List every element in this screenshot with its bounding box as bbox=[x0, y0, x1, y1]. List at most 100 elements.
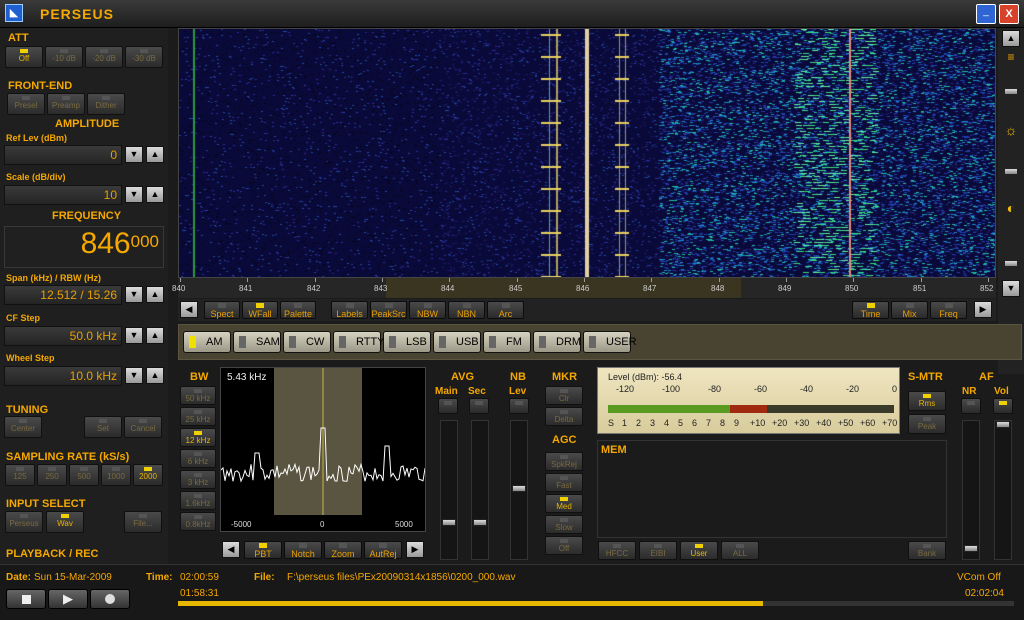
sampling-button-2[interactable]: 500 bbox=[69, 464, 99, 486]
sampling-button-1[interactable]: 250 bbox=[37, 464, 67, 486]
mode-usb-button[interactable]: USB bbox=[433, 331, 481, 353]
tool-time-button[interactable]: Time bbox=[852, 301, 889, 319]
bw-button-5[interactable]: 1.6kHz bbox=[180, 491, 216, 510]
agc-button-1[interactable]: Fast bbox=[545, 473, 583, 492]
vol-slider-track[interactable] bbox=[994, 420, 1012, 560]
frontend-button-2[interactable]: Dither bbox=[87, 93, 125, 115]
tuning-button-1[interactable]: Set bbox=[84, 416, 122, 438]
tool-wfall-button[interactable]: WFall bbox=[242, 301, 278, 319]
avg-sec-slider[interactable] bbox=[473, 519, 487, 526]
tool-peaksrc-button[interactable]: PeakSrc bbox=[370, 301, 407, 319]
ref-level-down-button[interactable]: ▼ bbox=[125, 146, 143, 163]
waterfall-display[interactable] bbox=[178, 28, 996, 278]
frequency-display[interactable]: 846000 bbox=[4, 226, 164, 268]
stop-button[interactable] bbox=[6, 589, 46, 609]
frontend-button-0[interactable]: Presel bbox=[7, 93, 45, 115]
cf-step-down-button[interactable]: ▼ bbox=[125, 327, 143, 344]
scale-field[interactable]: 10 bbox=[4, 185, 122, 205]
ref-level-field[interactable]: 0 bbox=[4, 145, 122, 165]
mode-lsb-button[interactable]: LSB bbox=[383, 331, 431, 353]
cf-step-up-button[interactable]: ▲ bbox=[146, 327, 164, 344]
cf-step-field[interactable]: 50.0 kHz bbox=[4, 326, 122, 346]
bw-button-6[interactable]: 0.8kHz bbox=[180, 512, 216, 531]
avg-sec-button[interactable] bbox=[469, 398, 489, 414]
smtr-button-1[interactable]: Peak bbox=[908, 414, 946, 434]
wheel-step-down-button[interactable]: ▼ bbox=[125, 367, 143, 384]
filter-autrej-button[interactable]: AutRej bbox=[364, 541, 402, 559]
toolbar-left-arrow[interactable]: ◀ bbox=[180, 301, 198, 318]
mode-user-button[interactable]: USER bbox=[583, 331, 637, 353]
ref-level-up-button[interactable]: ▲ bbox=[146, 146, 164, 163]
play-button[interactable]: ▶ bbox=[48, 589, 88, 609]
app-icon[interactable]: ◣ bbox=[5, 4, 23, 22]
mkr-button-0[interactable]: Clr bbox=[545, 386, 583, 405]
mode-rtty-button[interactable]: RTTY bbox=[333, 331, 385, 353]
wheel-step-up-button[interactable]: ▲ bbox=[146, 367, 164, 384]
att-button-0[interactable]: Off bbox=[5, 46, 43, 68]
brightness-slider[interactable] bbox=[1004, 88, 1018, 95]
nr-slider[interactable] bbox=[964, 545, 978, 552]
avg-main-slider[interactable] bbox=[442, 519, 456, 526]
avg-sec-slider-track[interactable] bbox=[471, 420, 489, 560]
sampling-button-4[interactable]: 2000 bbox=[133, 464, 163, 486]
att-button-2[interactable]: -20 dB bbox=[85, 46, 123, 68]
agc-button-0[interactable]: SpkRej bbox=[545, 452, 583, 471]
wf-scroll-up-button[interactable]: ▲ bbox=[1002, 30, 1020, 47]
tool-palette-button[interactable]: Palette bbox=[280, 301, 316, 319]
mem-button-3[interactable]: ALL bbox=[721, 541, 759, 560]
contrast-slider[interactable] bbox=[1004, 168, 1018, 175]
tool-arc-button[interactable]: Arc bbox=[487, 301, 524, 319]
tool-labels-button[interactable]: Labels bbox=[331, 301, 368, 319]
sampling-button-3[interactable]: 1000 bbox=[101, 464, 131, 486]
tool-mix-button[interactable]: Mix bbox=[891, 301, 928, 319]
smtr-button-0[interactable]: Rms bbox=[908, 391, 946, 411]
mem-button-4[interactable]: Bank bbox=[908, 541, 946, 560]
tuning-button-2[interactable]: Cancel bbox=[124, 416, 162, 438]
wheel-step-field[interactable]: 10.0 kHz bbox=[4, 366, 122, 386]
vol-slider[interactable] bbox=[996, 421, 1010, 428]
mode-drm-button[interactable]: DRM bbox=[533, 331, 581, 353]
agc-button-3[interactable]: Slow bbox=[545, 515, 583, 534]
nb-slider[interactable] bbox=[512, 485, 526, 492]
nb-button[interactable] bbox=[509, 398, 529, 414]
tool-freq-button[interactable]: Freq bbox=[930, 301, 967, 319]
playback-progress-track[interactable] bbox=[178, 601, 1014, 606]
mode-sam-button[interactable]: SAM bbox=[233, 331, 281, 353]
nr-slider-track[interactable] bbox=[962, 420, 980, 560]
mode-am-button[interactable]: AM bbox=[183, 331, 231, 353]
nb-slider-track[interactable] bbox=[510, 420, 528, 560]
wf-scroll-down-button[interactable]: ▼ bbox=[1002, 280, 1020, 297]
nr-button[interactable] bbox=[961, 398, 981, 414]
avg-main-slider-track[interactable] bbox=[440, 420, 458, 560]
mkr-button-1[interactable]: Delta bbox=[545, 407, 583, 426]
bw-button-4[interactable]: 3 kHz bbox=[180, 470, 216, 489]
filter-pbt-button[interactable]: PBT bbox=[244, 541, 282, 559]
input-button-1[interactable]: Wav bbox=[46, 511, 84, 533]
avg-main-button[interactable] bbox=[438, 398, 458, 414]
filter-notch-button[interactable]: Notch bbox=[284, 541, 322, 559]
toolbar-right-arrow[interactable]: ▶ bbox=[974, 301, 992, 318]
mode-fm-button[interactable]: FM bbox=[483, 331, 531, 353]
att-button-1[interactable]: -10 dB bbox=[45, 46, 83, 68]
close-button[interactable]: X bbox=[999, 4, 1019, 24]
tuning-button-0[interactable]: Center bbox=[4, 416, 42, 438]
span-down-button[interactable]: ▼ bbox=[125, 286, 143, 303]
mem-button-1[interactable]: EIBI bbox=[639, 541, 677, 560]
record-button[interactable] bbox=[90, 589, 130, 609]
input-button-0[interactable]: Perseus bbox=[5, 511, 43, 533]
filter-zoom-button[interactable]: Zoom bbox=[324, 541, 362, 559]
scale-down-button[interactable]: ▼ bbox=[125, 186, 143, 203]
mem-button-2[interactable]: User bbox=[680, 541, 718, 560]
bw-button-2[interactable]: 12 kHz bbox=[180, 428, 216, 447]
bw-button-0[interactable]: 50 kHz bbox=[180, 386, 216, 405]
frontend-button-1[interactable]: Preamp bbox=[47, 93, 85, 115]
mem-button-0[interactable]: HFCC bbox=[598, 541, 636, 560]
span-up-button[interactable]: ▲ bbox=[146, 286, 164, 303]
filter-display[interactable]: 5.43 kHz -5000 0 5000 bbox=[220, 367, 426, 532]
scale-up-button[interactable]: ▲ bbox=[146, 186, 164, 203]
wf-speed-slider[interactable] bbox=[1004, 260, 1018, 267]
span-field[interactable]: 12.512 / 15.26 bbox=[4, 285, 122, 305]
filter-left-arrow[interactable]: ◀ bbox=[222, 541, 240, 558]
filter-right-arrow[interactable]: ▶ bbox=[406, 541, 424, 558]
input-button-2[interactable]: File... bbox=[124, 511, 162, 533]
